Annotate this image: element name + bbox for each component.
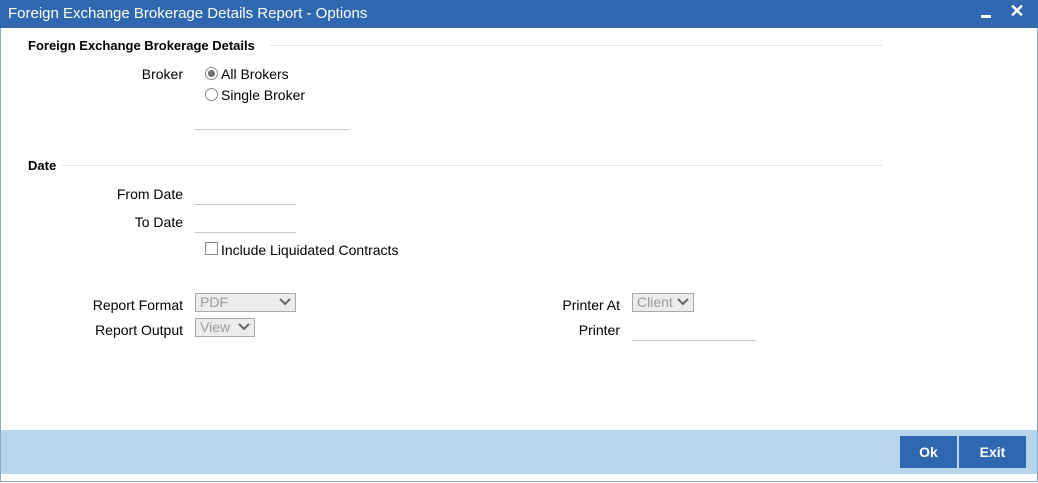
single-broker-label[interactable]: Single Broker	[221, 87, 305, 103]
to-date-input[interactable]	[195, 212, 296, 233]
report-output-value: View	[200, 319, 231, 335]
printer-at-value: Client	[637, 294, 673, 310]
brokerage-section-title: Foreign Exchange Brokerage Details	[28, 38, 255, 53]
printer-input[interactable]	[632, 320, 756, 341]
date-section-title: Date	[28, 158, 57, 173]
dialog-footer	[1, 430, 1037, 474]
printer-at-select[interactable]: Client	[632, 293, 694, 312]
report-format-label: Report Format	[92, 297, 183, 313]
broker-input[interactable]	[195, 109, 350, 130]
from-date-label: From Date	[116, 186, 183, 202]
report-output-select[interactable]: View	[195, 318, 255, 337]
chevron-down-icon	[238, 323, 250, 331]
to-date-label: To Date	[134, 214, 183, 230]
include-liquidated-checkbox[interactable]	[205, 242, 218, 255]
all-brokers-radio[interactable]	[205, 67, 218, 80]
ok-button[interactable]: Ok	[900, 436, 957, 468]
date-divider	[62, 165, 883, 166]
minimize-icon[interactable]	[975, 2, 997, 24]
window-title: Foreign Exchange Brokerage Details Repor…	[8, 5, 368, 22]
printer-label: Printer	[578, 322, 620, 338]
single-broker-radio[interactable]	[205, 88, 218, 101]
window-titlebar: Foreign Exchange Brokerage Details Repor…	[0, 0, 1038, 28]
brokerage-divider	[270, 45, 883, 46]
report-output-label: Report Output	[95, 322, 183, 338]
all-brokers-label[interactable]: All Brokers	[221, 66, 289, 82]
report-format-value: PDF	[200, 294, 228, 310]
printer-at-label: Printer At	[562, 297, 620, 313]
close-icon[interactable]: ✕	[1006, 0, 1028, 22]
from-date-input[interactable]	[195, 184, 296, 205]
include-liquidated-label[interactable]: Include Liquidated Contracts	[221, 242, 398, 258]
exit-button[interactable]: Exit	[959, 436, 1026, 468]
broker-label: Broker	[141, 66, 183, 82]
chevron-down-icon	[279, 298, 291, 306]
chevron-down-icon	[677, 298, 689, 306]
dialog-body	[0, 28, 1038, 482]
report-format-select[interactable]: PDF	[195, 293, 296, 312]
